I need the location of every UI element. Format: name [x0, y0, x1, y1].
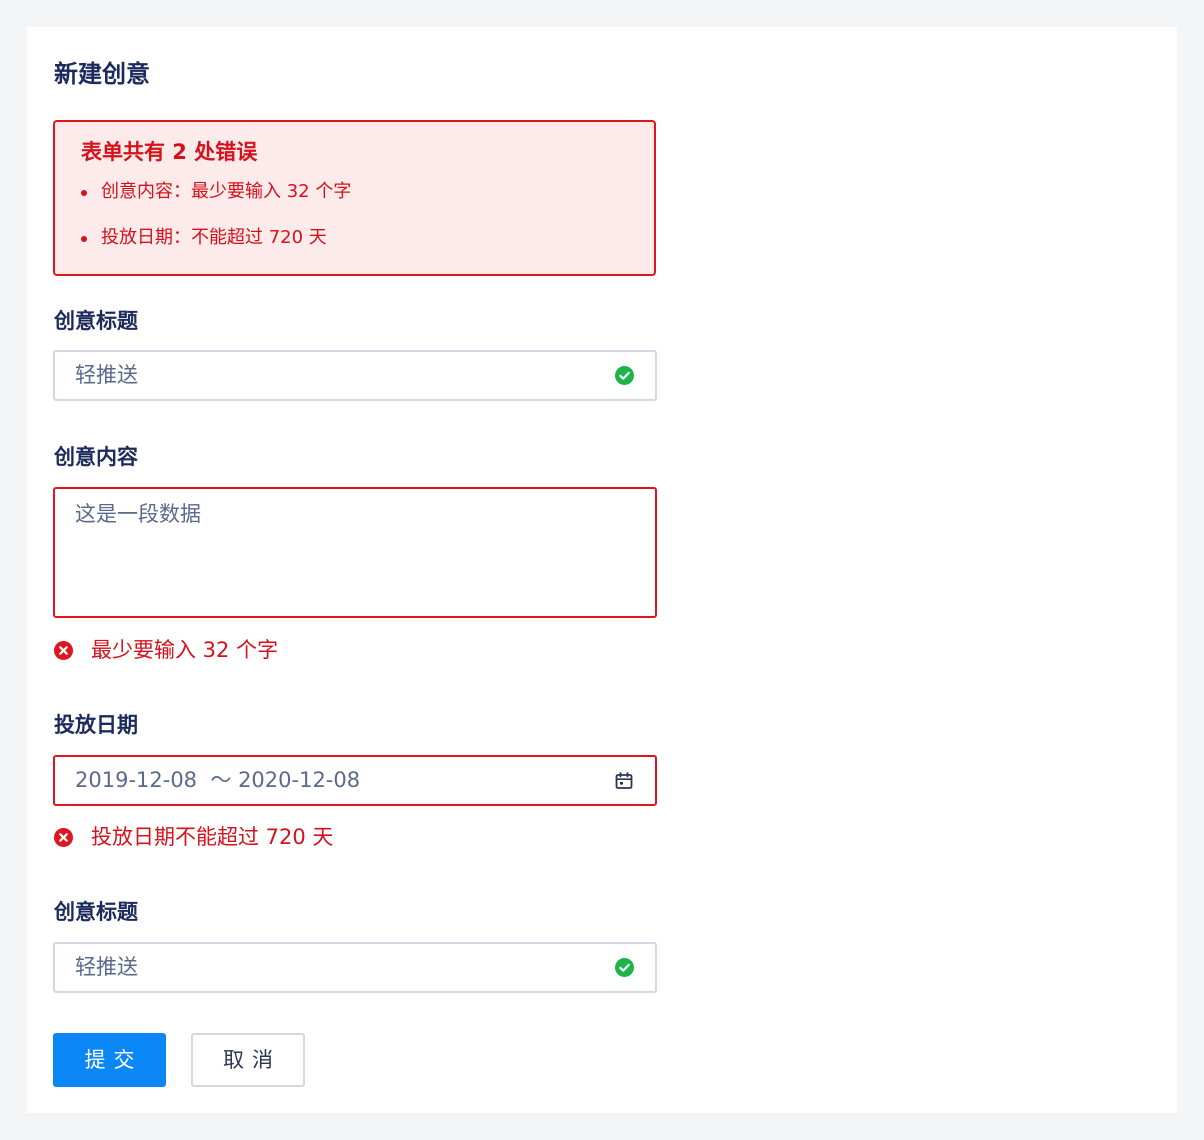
creative-title-value: 轻推送 [75, 363, 138, 387]
submit-button[interactable]: 提交 [53, 1033, 166, 1087]
bullet-icon [81, 190, 87, 196]
check-circle-icon [615, 958, 634, 977]
delivery-date-value: 2019-12-08 ～ 2020-12-08 [75, 768, 361, 792]
error-summary-item: 投放日期：不能超过 720 天 [81, 226, 654, 250]
close-circle-icon [54, 641, 73, 660]
error-summary-list: 创意内容：最少要输入 32 个字 投放日期：不能超过 720 天 [81, 180, 654, 250]
creative-title-label: 创意标题 [54, 309, 138, 333]
delivery-date-label: 投放日期 [54, 713, 138, 737]
cancel-button[interactable]: 取消 [191, 1033, 305, 1087]
check-circle-icon [615, 366, 634, 385]
creative-content-label: 创意内容 [54, 445, 138, 469]
close-circle-icon [54, 828, 73, 847]
delivery-date-range-input[interactable]: 2019-12-08 ～ 2020-12-08 [53, 755, 657, 806]
creative-title-label: 创意标题 [54, 900, 138, 924]
creative-title-input[interactable]: 轻推送 [53, 350, 657, 401]
error-summary-title: 表单共有 2 处错误 [81, 140, 258, 164]
page-title: 新建创意 [54, 60, 150, 88]
delivery-date-error-text: 投放日期不能超过 720 天 [91, 825, 334, 849]
error-summary-item: 创意内容：最少要输入 32 个字 [81, 180, 654, 204]
calendar-icon[interactable] [614, 771, 634, 791]
error-summary-item-text: 创意内容：最少要输入 32 个字 [101, 181, 352, 202]
form-card: 新建创意 表单共有 2 处错误 创意内容：最少要输入 32 个字 投放日期：不能… [27, 27, 1177, 1113]
error-summary: 表单共有 2 处错误 创意内容：最少要输入 32 个字 投放日期：不能超过 72… [53, 120, 656, 276]
creative-title-value: 轻推送 [75, 955, 138, 979]
creative-content-error-text: 最少要输入 32 个字 [91, 638, 279, 662]
error-summary-item-text: 投放日期：不能超过 720 天 [101, 227, 327, 248]
bullet-icon [81, 236, 87, 242]
creative-content-value: 这是一段数据 [75, 502, 201, 526]
creative-title-input[interactable]: 轻推送 [53, 942, 657, 993]
creative-content-textarea[interactable]: 这是一段数据 [53, 487, 657, 618]
